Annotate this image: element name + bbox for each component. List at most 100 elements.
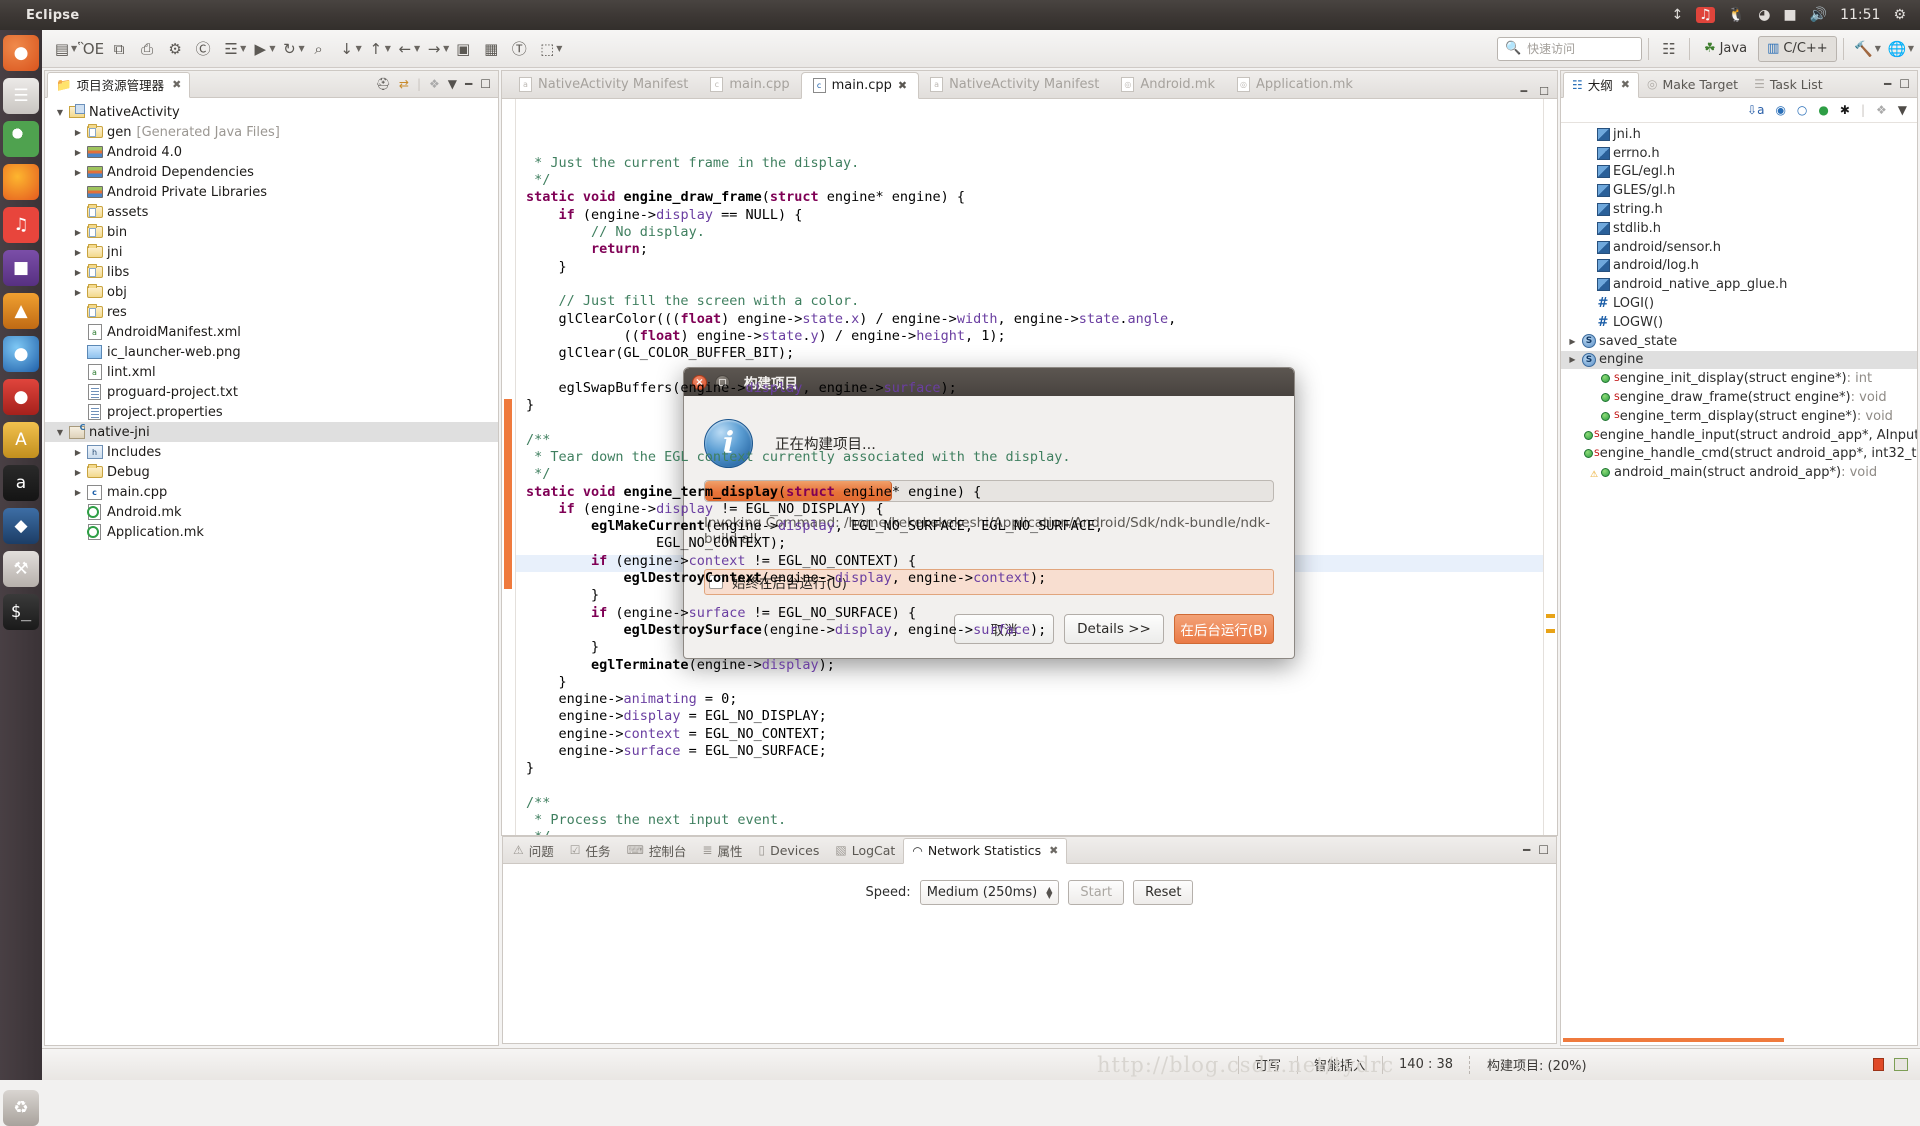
tree-item[interactable]: hIncludes — [45, 442, 498, 462]
outline-item[interactable]: ▶ Sengine — [1561, 350, 1917, 370]
hide-static-icon[interactable]: ○ — [1797, 103, 1807, 117]
annotation-ruler[interactable] — [502, 99, 516, 835]
tab-make-target[interactable]: ◎ Make Target — [1639, 71, 1746, 97]
outline-item[interactable]: jni.h — [1561, 125, 1917, 144]
tree-item[interactable]: Android.mk — [45, 502, 498, 522]
tree-item[interactable]: a lint.xml — [45, 362, 498, 382]
project-tree[interactable]: NativeActivity gen[Generated Java Files] A… — [45, 98, 498, 1045]
launcher-netease-music[interactable]: ♫ — [3, 207, 39, 243]
tree-item[interactable]: Android 4.0 — [45, 142, 498, 162]
tab-logcat[interactable]: ▧ LogCat — [827, 837, 903, 863]
launcher-app-red[interactable]: ● — [3, 379, 39, 415]
hide-nonpublic-icon[interactable]: ● — [1818, 103, 1828, 117]
tree-item[interactable]: assets — [45, 202, 498, 222]
build-hammer-icon[interactable]: 🔨 — [1850, 35, 1878, 63]
tree-item[interactable]: a AndroidManifest.xml — [45, 322, 498, 342]
launcher-app-dark[interactable]: ◆ — [3, 508, 39, 544]
chevron-down-icon[interactable]: ▼ — [556, 44, 562, 53]
tree-item[interactable]: obj — [45, 282, 498, 302]
tab-properties[interactable]: ≣ 属性 — [694, 837, 750, 863]
editor-tab-nativeactivity-manifest-1[interactable]: a NativeActivity Manifest — [508, 71, 699, 98]
link-with-editor-icon[interactable]: ⇄ — [399, 77, 409, 91]
close-icon[interactable]: ✖ — [1621, 78, 1630, 91]
expand-arrow-icon[interactable] — [71, 248, 85, 257]
tree-item[interactable]: jni — [45, 242, 498, 262]
tree-item[interactable]: NativeActivity — [45, 102, 498, 122]
tab-tasks[interactable]: ☑ 任务 — [562, 837, 619, 863]
tree-item[interactable]: native-jni — [45, 422, 498, 442]
editor-tab-main-cpp-2[interactable]: c main.cpp ✖ — [800, 72, 920, 99]
close-icon[interactable]: ✖ — [898, 79, 907, 92]
outline-item[interactable]: errno.h — [1561, 144, 1917, 163]
tree-item[interactable]: ic_launcher-web.png — [45, 342, 498, 362]
maximize-icon[interactable]: ☐ — [1539, 85, 1549, 98]
battery-icon[interactable]: ■ — [1783, 8, 1796, 22]
tab-problems[interactable]: ⚠ 问题 — [505, 837, 562, 863]
maximize-icon[interactable]: ☐ — [1538, 843, 1549, 857]
tree-item[interactable]: res — [45, 302, 498, 322]
editor-tab-nativeactivity-manifest-2[interactable]: a NativeActivity Manifest — [919, 71, 1110, 98]
tab-network-statistics[interactable]: ◠ Network Statistics ✖ — [903, 837, 1068, 864]
expand-arrow-icon[interactable] — [53, 108, 67, 117]
scrollbar-thumb[interactable] — [1563, 1038, 1784, 1042]
open-type-button[interactable]: Ⓣ — [505, 35, 533, 63]
launcher-tools[interactable]: ⚒ — [3, 551, 39, 587]
save-button[interactable]: ὋE — [77, 35, 105, 63]
tab-project-explorer[interactable]: 📁 项目资源管理器 ✖ — [47, 71, 191, 98]
new-c-class-button[interactable]: Ⓒ — [189, 35, 217, 63]
editor-tab-application-mk[interactable]: ◎ Application.mk — [1226, 71, 1364, 98]
launcher-firefox[interactable] — [3, 164, 39, 200]
tab-console[interactable]: ⌨ 控制台 — [619, 837, 695, 863]
editor-tab-android-mk[interactable]: ◎ Android.mk — [1110, 71, 1226, 98]
outline-item[interactable]: stdlib.h — [1561, 219, 1917, 238]
outline-item[interactable]: android_native_app_glue.h — [1561, 275, 1917, 294]
outline-item[interactable]: ▶ Ssaved_state — [1561, 332, 1917, 351]
linux-penguin-icon[interactable]: 🐧 — [1728, 8, 1745, 22]
view-menu-extra-icon[interactable]: ❖ — [1876, 103, 1887, 117]
print-button[interactable]: ⎙ — [133, 35, 161, 63]
spinner-icon[interactable]: ▲ ▼ — [1037, 885, 1052, 899]
expand-arrow-icon[interactable] — [53, 428, 67, 437]
clock[interactable]: 11:51 — [1840, 7, 1880, 23]
launcher-dash[interactable]: ● — [3, 35, 39, 71]
view-menu-icon[interactable]: ▼ — [448, 77, 457, 91]
session-gear-icon[interactable]: ⚙ — [1893, 8, 1906, 22]
search-button[interactable]: ⌕ — [305, 35, 333, 63]
save-all-button[interactable]: ⧉ — [105, 35, 133, 63]
expand-arrow-icon[interactable] — [71, 448, 85, 457]
minimize-icon[interactable]: ━ — [1521, 85, 1528, 98]
perspective-java[interactable]: ☘ Java — [1696, 36, 1755, 62]
chevron-down-icon[interactable]: ▼ — [1875, 44, 1881, 53]
code-editor[interactable]: * Just the current frame in the display.… — [502, 99, 1557, 835]
outline-item[interactable]: android/log.h — [1561, 257, 1917, 276]
android-avd-manager-button[interactable]: ▦ — [477, 35, 505, 63]
launcher-app-amber[interactable]: A — [3, 422, 39, 458]
open-perspective-icon[interactable]: ☷ — [1655, 35, 1683, 63]
launcher-chrome[interactable] — [3, 121, 39, 157]
tree-item[interactable]: Application.mk — [45, 522, 498, 542]
tree-item[interactable]: libs — [45, 262, 498, 282]
tree-item[interactable]: bin — [45, 222, 498, 242]
collapse-all-icon[interactable]: ⛑ — [376, 77, 391, 91]
launcher-android-studio[interactable]: ▲ — [3, 293, 39, 329]
show-progress-view-icon[interactable] — [1894, 1058, 1908, 1071]
chevron-down-icon[interactable]: ▼ — [1908, 44, 1914, 53]
tab-devices[interactable]: ▯ Devices — [750, 837, 827, 863]
hide-fields-icon[interactable]: ◉ — [1775, 103, 1785, 117]
outline-item[interactable]: string.h — [1561, 200, 1917, 219]
outline-item[interactable]: Sengine_handle_cmd(struct android_app*, … — [1561, 445, 1917, 464]
tree-item[interactable]: gen[Generated Java Files] — [45, 122, 498, 142]
wifi-icon[interactable]: ◕ — [1758, 8, 1770, 22]
outline-item[interactable]: GLES/gl.h — [1561, 181, 1917, 200]
editor-tab-main-cpp-1[interactable]: c main.cpp — [699, 71, 800, 98]
view-menu-icon[interactable]: ▼ — [1898, 103, 1907, 117]
outline-hscrollbar[interactable] — [1561, 1038, 1917, 1042]
start-button[interactable]: Start — [1068, 880, 1125, 905]
globe-icon[interactable]: 🌐 — [1883, 35, 1911, 63]
reset-button[interactable]: Reset — [1133, 880, 1194, 905]
tree-item[interactable]: Debug — [45, 462, 498, 482]
view-menu-extra-icon[interactable]: ❖ — [429, 77, 440, 91]
launcher-browser-orb[interactable]: ● — [3, 336, 39, 372]
tab-task-list[interactable]: ☰ Task List — [1746, 71, 1831, 97]
maximize-icon[interactable]: ☐ — [480, 77, 491, 91]
